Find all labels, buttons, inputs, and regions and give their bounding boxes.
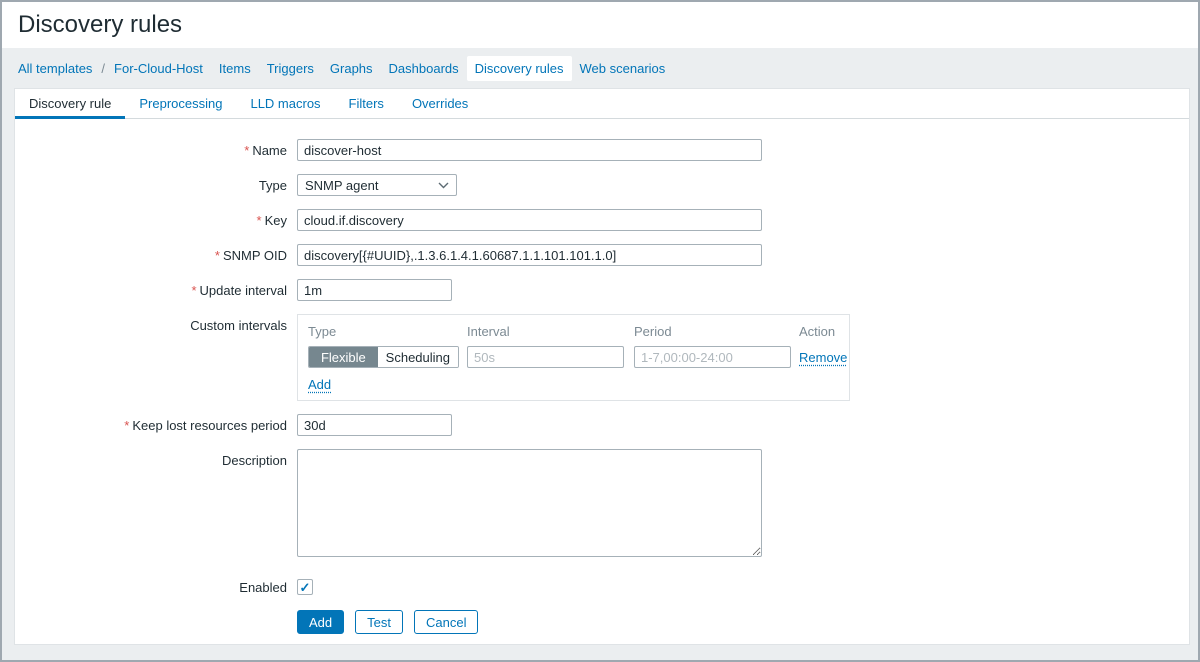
key-row: *Key <box>15 209 1189 231</box>
tab-preprocessing[interactable]: Preprocessing <box>125 89 236 118</box>
enabled-label: Enabled <box>15 579 297 595</box>
breadcrumb-items[interactable]: Items <box>211 56 259 81</box>
required-marker: * <box>257 213 262 228</box>
required-marker: * <box>124 418 129 433</box>
type-select-value: SNMP agent <box>305 178 378 193</box>
chevron-down-icon <box>438 182 449 189</box>
add-button[interactable]: Add <box>297 610 344 634</box>
breadcrumb-web-scenarios[interactable]: Web scenarios <box>572 56 674 81</box>
keep-lost-input[interactable] <box>297 414 452 436</box>
key-input[interactable] <box>297 209 762 231</box>
description-textarea[interactable] <box>297 449 762 557</box>
keep-lost-label: *Keep lost resources period <box>15 414 297 433</box>
update-interval-row: *Update interval <box>15 279 1189 301</box>
breadcrumb-triggers[interactable]: Triggers <box>259 56 322 81</box>
breadcrumb: All templates / For-Cloud-Host Items Tri… <box>2 48 1198 88</box>
update-interval-label: *Update interval <box>15 279 297 298</box>
discovery-rule-form: *Name Type SNMP agent *Key *SNMP OID *Up… <box>15 119 1189 634</box>
snmp-oid-input[interactable] <box>297 244 762 266</box>
column-header-action: Action <box>799 324 839 339</box>
title-bar: Discovery rules <box>2 2 1198 48</box>
breadcrumb-dashboards[interactable]: Dashboards <box>381 56 467 81</box>
tab-filters[interactable]: Filters <box>335 89 398 118</box>
column-header-interval: Interval <box>467 324 634 339</box>
tab-lld-macros[interactable]: LLD macros <box>236 89 334 118</box>
custom-intervals-row: Custom intervals Type Interval Period Ac… <box>15 314 1189 401</box>
type-select[interactable]: SNMP agent <box>297 174 457 196</box>
tab-discovery-rule[interactable]: Discovery rule <box>15 89 125 118</box>
description-label: Description <box>15 449 297 468</box>
column-header-period: Period <box>634 324 799 339</box>
snmp-oid-label: *SNMP OID <box>15 244 297 263</box>
tabs-row: Discovery rule Preprocessing LLD macros … <box>15 89 1189 119</box>
footer-buttons: Add Test Cancel <box>297 610 1189 634</box>
test-button[interactable]: Test <box>355 610 403 634</box>
breadcrumb-graphs[interactable]: Graphs <box>322 56 381 81</box>
type-label: Type <box>15 174 297 193</box>
enabled-checkbox[interactable] <box>297 579 313 595</box>
name-input[interactable] <box>297 139 762 161</box>
period-input[interactable] <box>634 346 791 368</box>
key-label: *Key <box>15 209 297 228</box>
name-label: *Name <box>15 139 297 158</box>
custom-interval-row: Flexible Scheduling Remove <box>308 346 839 368</box>
interval-type-toggle: Flexible Scheduling <box>308 346 459 368</box>
interval-type-scheduling-button[interactable]: Scheduling <box>378 347 458 367</box>
interval-input[interactable] <box>467 346 624 368</box>
required-marker: * <box>191 283 196 298</box>
tab-overrides[interactable]: Overrides <box>398 89 482 118</box>
breadcrumb-template-for-cloud-host[interactable]: For-Cloud-Host <box>106 56 211 81</box>
custom-intervals-box: Type Interval Period Action Flexible Sch… <box>297 314 850 401</box>
add-interval-link[interactable]: Add <box>308 377 331 392</box>
enabled-row: Enabled <box>15 579 1189 595</box>
update-interval-input[interactable] <box>297 279 452 301</box>
required-marker: * <box>244 143 249 158</box>
description-row: Description <box>15 449 1189 557</box>
breadcrumb-discovery-rules[interactable]: Discovery rules <box>467 56 572 81</box>
custom-intervals-label: Custom intervals <box>15 314 297 333</box>
snmp-oid-row: *SNMP OID <box>15 244 1189 266</box>
required-marker: * <box>215 248 220 263</box>
keep-lost-row: *Keep lost resources period <box>15 414 1189 436</box>
name-row: *Name <box>15 139 1189 161</box>
interval-type-flexible-button[interactable]: Flexible <box>309 347 378 367</box>
cancel-button[interactable]: Cancel <box>414 610 478 634</box>
page-title: Discovery rules <box>18 11 182 39</box>
form-panel: Discovery rule Preprocessing LLD macros … <box>14 88 1190 645</box>
type-row: Type SNMP agent <box>15 174 1189 196</box>
breadcrumb-all-templates[interactable]: All templates <box>10 56 100 81</box>
remove-interval-link[interactable]: Remove <box>799 350 847 365</box>
custom-intervals-header: Type Interval Period Action <box>308 324 839 339</box>
column-header-type: Type <box>308 324 467 339</box>
